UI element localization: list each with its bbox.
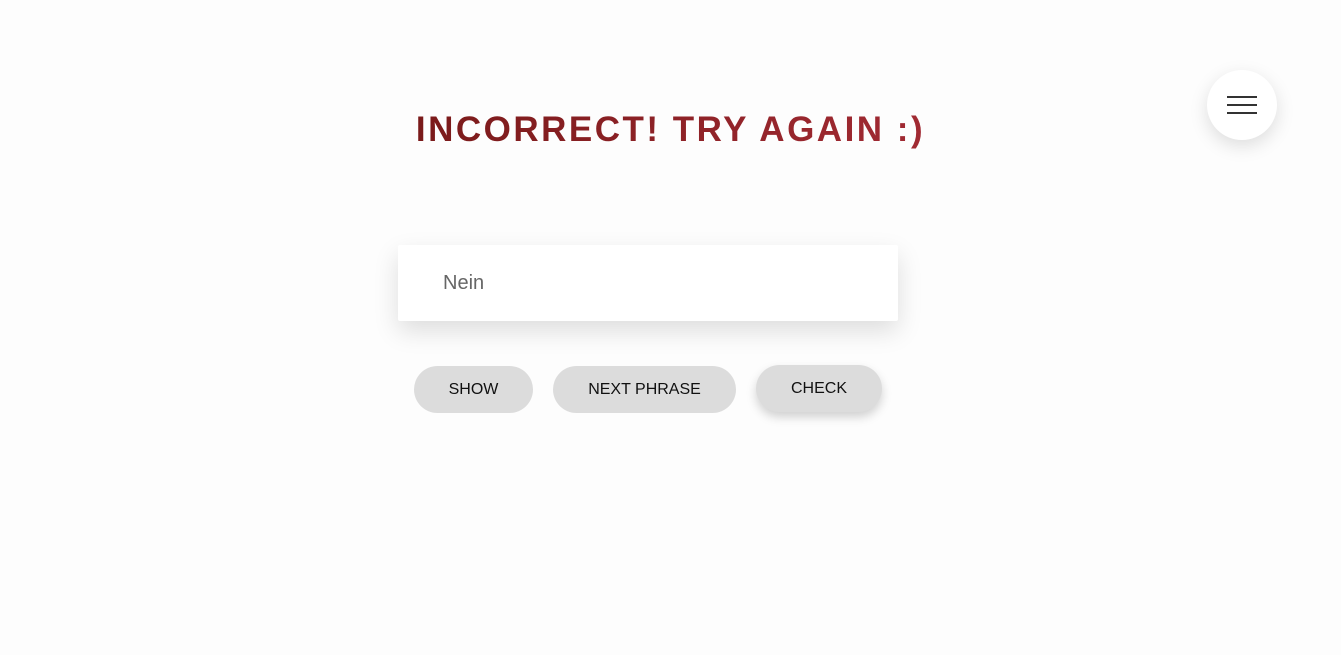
answer-field-container: [398, 245, 898, 321]
show-button[interactable]: SHOW: [414, 366, 533, 413]
check-button[interactable]: CHECK: [756, 365, 882, 412]
feedback-message: INCORRECT! TRY AGAIN :): [0, 108, 1341, 152]
next-phrase-button[interactable]: NEXT PHRASE: [553, 366, 736, 413]
page: INCORRECT! TRY AGAIN :) SHOW NEXT PHRASE…: [0, 0, 1341, 655]
answer-input[interactable]: [398, 245, 898, 321]
feedback-text: INCORRECT! TRY AGAIN :): [415, 110, 926, 149]
